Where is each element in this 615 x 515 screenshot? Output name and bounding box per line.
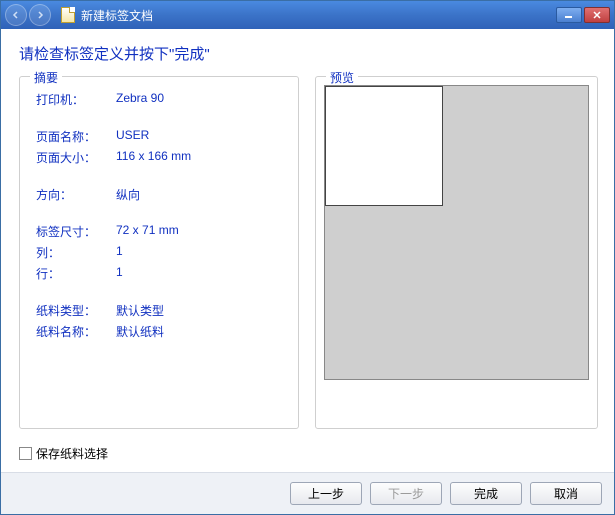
preview-groupbox: 预览	[315, 76, 598, 429]
value-rows: 1	[116, 265, 286, 282]
cancel-button[interactable]: 取消	[530, 482, 602, 505]
preview-canvas	[324, 85, 589, 380]
instruction-text: 请检查标签定义并按下"完成"	[19, 43, 598, 64]
window-title: 新建标签文档	[81, 7, 153, 24]
back-button[interactable]: 上一步	[290, 482, 362, 505]
window-controls	[556, 7, 610, 23]
label-stock-type: 纸料类型：	[36, 302, 108, 319]
document-icon	[61, 7, 75, 23]
panels: 摘要 打印机： Zebra 90 页面名称： USER 页面大小： 116 x …	[19, 76, 598, 429]
dialog-window: 新建标签文档 请检查标签定义并按下"完成" 摘要 打印机： Zebra 90 页…	[0, 0, 615, 515]
forward-nav-button[interactable]	[29, 4, 51, 26]
next-button: 下一步	[370, 482, 442, 505]
save-stock-checkbox[interactable]: 保存纸料选择	[19, 445, 598, 462]
dialog-body: 请检查标签定义并按下"完成" 摘要 打印机： Zebra 90 页面名称： US…	[1, 29, 614, 472]
close-button[interactable]	[584, 7, 610, 23]
label-page-name: 页面名称：	[36, 128, 108, 145]
value-page-name: USER	[116, 128, 286, 145]
label-printer: 打印机：	[36, 91, 108, 108]
save-stock-label: 保存纸料选择	[36, 445, 108, 462]
titlebar: 新建标签文档	[1, 1, 614, 29]
summary-groupbox: 摘要 打印机： Zebra 90 页面名称： USER 页面大小： 116 x …	[19, 76, 299, 429]
value-stock-name: 默认纸料	[116, 323, 286, 340]
finish-button[interactable]: 完成	[450, 482, 522, 505]
preview-label-rect	[325, 86, 443, 206]
button-bar: 上一步 下一步 完成 取消	[1, 472, 614, 514]
value-columns: 1	[116, 244, 286, 261]
value-printer: Zebra 90	[116, 91, 286, 108]
preview-title: 预览	[326, 69, 358, 86]
label-orientation: 方向：	[36, 186, 108, 203]
value-stock-type: 默认类型	[116, 302, 286, 319]
back-nav-button[interactable]	[5, 4, 27, 26]
label-page-size: 页面大小：	[36, 149, 108, 166]
minimize-button[interactable]	[556, 7, 582, 23]
summary-title: 摘要	[30, 69, 62, 86]
summary-grid: 打印机： Zebra 90 页面名称： USER 页面大小： 116 x 166…	[36, 91, 286, 340]
label-label-size: 标签尺寸：	[36, 223, 108, 240]
value-label-size: 72 x 71 mm	[116, 223, 286, 240]
label-stock-name: 纸料名称：	[36, 323, 108, 340]
checkbox-icon	[19, 447, 32, 460]
label-rows: 行：	[36, 265, 108, 282]
value-page-size: 116 x 166 mm	[116, 149, 286, 166]
value-orientation: 纵向	[116, 186, 286, 203]
label-columns: 列：	[36, 244, 108, 261]
